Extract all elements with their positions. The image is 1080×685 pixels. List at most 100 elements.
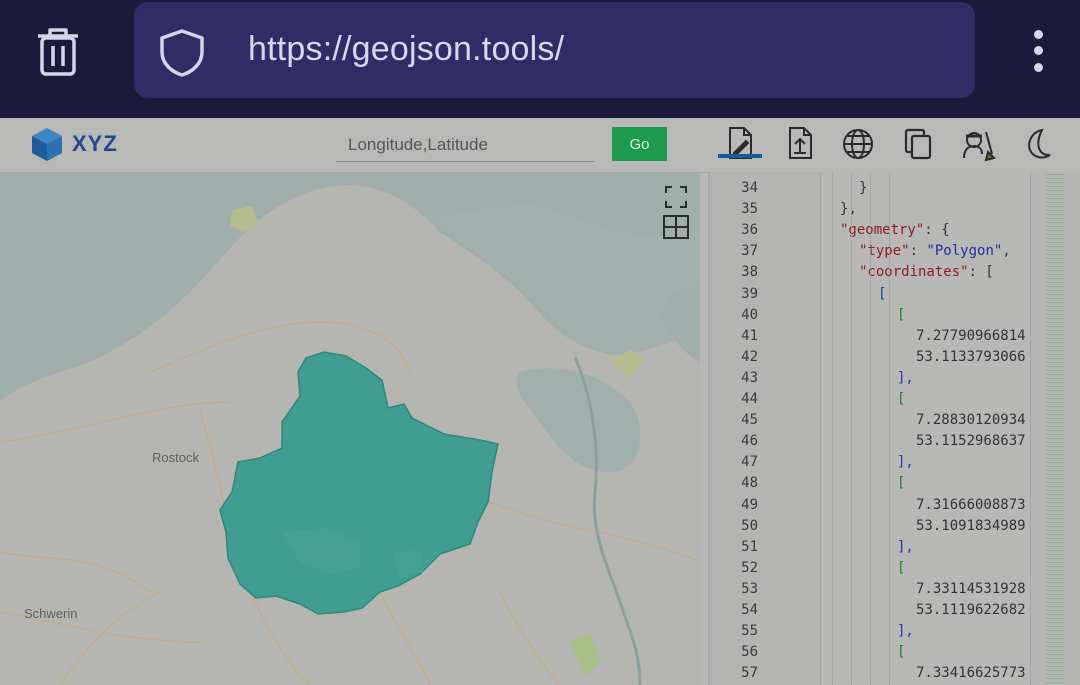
code-line[interactable]: 41 7.27790966814 bbox=[710, 328, 1050, 349]
globe-icon[interactable] bbox=[838, 124, 878, 164]
line-number: 40 bbox=[741, 306, 758, 323]
code-line[interactable]: 40 [ bbox=[710, 307, 1050, 328]
code-text: 53.1152968637 bbox=[916, 433, 1026, 450]
code-line[interactable]: 46 53.1152968637 bbox=[710, 433, 1050, 454]
code-text: 7.28830120934 bbox=[916, 412, 1026, 429]
line-number: 56 bbox=[741, 644, 758, 661]
dark-mode-icon[interactable] bbox=[1018, 124, 1058, 164]
code-line[interactable]: 45 7.28830120934 bbox=[710, 412, 1050, 433]
line-number: 34 bbox=[741, 180, 758, 196]
code-text: 53.1091834989 bbox=[916, 517, 1026, 534]
code-text: [ bbox=[897, 391, 906, 407]
code-line[interactable]: 38 "coordinates": [ bbox=[710, 264, 1050, 285]
line-number: 46 bbox=[741, 433, 758, 450]
code-line[interactable]: 43], bbox=[710, 370, 1050, 391]
grid-layers-icon[interactable] bbox=[662, 214, 690, 240]
line-number: 50 bbox=[741, 517, 758, 534]
edit-icon[interactable] bbox=[720, 124, 760, 164]
line-number: 53 bbox=[741, 580, 758, 597]
line-number: 54 bbox=[741, 602, 758, 618]
code-text: [ bbox=[897, 475, 906, 492]
code-line[interactable]: 55], bbox=[710, 623, 1050, 644]
code-text: [ bbox=[897, 306, 906, 323]
code-text: 7.31666008873 bbox=[916, 496, 1026, 513]
code-text: [ bbox=[897, 559, 906, 576]
code-text: }, bbox=[840, 201, 857, 218]
indent-guide bbox=[851, 172, 852, 685]
code-line[interactable]: 48 [ bbox=[710, 475, 1050, 496]
code-text: [ bbox=[878, 285, 887, 302]
code-line[interactable]: 37 "type": "Polygon", bbox=[710, 243, 1050, 264]
copy-icon[interactable] bbox=[898, 124, 938, 164]
line-number: 38 bbox=[741, 264, 758, 281]
code-text: ], bbox=[897, 454, 914, 471]
map-label-schwerin: Schwerin bbox=[24, 606, 78, 621]
indent-guide bbox=[832, 172, 833, 685]
line-number: 57 bbox=[741, 665, 758, 682]
code-text: ], bbox=[897, 369, 914, 386]
trash-icon[interactable] bbox=[34, 26, 82, 78]
code-text: ], bbox=[897, 623, 914, 640]
kebab-menu-icon[interactable] bbox=[1020, 26, 1058, 76]
code-line[interactable]: 44 [ bbox=[710, 391, 1050, 412]
line-number: 47 bbox=[741, 454, 758, 471]
code-line[interactable]: 34} bbox=[710, 180, 1050, 201]
upload-icon[interactable] bbox=[780, 124, 820, 164]
line-number: 51 bbox=[741, 538, 758, 555]
line-number: 43 bbox=[741, 369, 758, 386]
code-text: "coordinates": [ bbox=[859, 264, 994, 281]
code-text: 53.1119622682 bbox=[916, 602, 1026, 618]
code-line[interactable]: 52 [ bbox=[710, 560, 1050, 581]
browser-toolbar: https://geojson.tools/ bbox=[0, 0, 1080, 118]
code-text: 7.33114531928 bbox=[916, 580, 1026, 597]
coordinate-input[interactable] bbox=[336, 128, 594, 162]
code-line[interactable]: 47], bbox=[710, 454, 1050, 475]
clean-icon[interactable] bbox=[958, 124, 998, 164]
code-line[interactable]: 42 53.1133793066 bbox=[710, 349, 1050, 370]
code-line[interactable]: 36 "geometry": { bbox=[710, 222, 1050, 243]
code-line[interactable]: 39 [ bbox=[710, 286, 1050, 307]
line-number: 49 bbox=[741, 496, 758, 513]
shield-icon[interactable] bbox=[158, 28, 206, 78]
line-number: 37 bbox=[741, 243, 758, 260]
web-page: XYZ Go bbox=[0, 118, 1080, 685]
map-view[interactable]: Rostock Schwerin bbox=[0, 172, 700, 685]
url-text[interactable]: https://geojson.tools/ bbox=[248, 30, 564, 69]
line-number: 35 bbox=[741, 201, 758, 218]
code-line[interactable]: 54 53.1119622682 bbox=[710, 602, 1050, 623]
line-number: 44 bbox=[741, 391, 758, 407]
fullscreen-icon[interactable] bbox=[662, 184, 690, 210]
line-number: 52 bbox=[741, 559, 758, 576]
line-number: 42 bbox=[741, 348, 758, 365]
code-line[interactable]: 56 [ bbox=[710, 644, 1050, 665]
code-line[interactable]: 50 53.1091834989 bbox=[710, 518, 1050, 539]
map-label-rostock: Rostock bbox=[152, 450, 199, 465]
code-text: [ bbox=[897, 644, 906, 661]
code-line[interactable]: 53 7.33114531928 bbox=[710, 581, 1050, 602]
code-text: 7.27790966814 bbox=[916, 327, 1026, 344]
app-toolbar: XYZ Go bbox=[0, 118, 1080, 173]
code-text: "geometry": { bbox=[840, 222, 950, 239]
selected-polygon[interactable] bbox=[219, 351, 499, 615]
json-editor[interactable]: 34} 35}, 36 "geometry": {37 "type": "Polygon… bbox=[708, 172, 1080, 685]
line-number: 45 bbox=[741, 412, 758, 429]
line-number: 55 bbox=[741, 623, 758, 640]
line-number: 36 bbox=[741, 222, 758, 239]
line-number: 48 bbox=[741, 475, 758, 492]
active-tab-indicator bbox=[718, 154, 762, 158]
indent-guide bbox=[870, 172, 871, 685]
code-text: 53.1133793066 bbox=[916, 348, 1026, 365]
code-line[interactable]: 49 7.31666008873 bbox=[710, 497, 1050, 518]
line-number: 41 bbox=[741, 327, 758, 344]
code-line[interactable]: 57 7.33416625773 bbox=[710, 665, 1050, 685]
code-line[interactable]: 51], bbox=[710, 539, 1050, 560]
cube-logo-icon bbox=[30, 126, 64, 162]
code-text: } bbox=[859, 180, 868, 196]
address-bar[interactable]: https://geojson.tools/ bbox=[134, 2, 975, 98]
minimap-content bbox=[1046, 172, 1064, 685]
go-button[interactable]: Go bbox=[612, 127, 667, 161]
code-text: 7.33416625773 bbox=[916, 665, 1026, 682]
code-line[interactable]: 35}, bbox=[710, 201, 1050, 222]
indent-guide bbox=[889, 172, 890, 685]
code-text: ], bbox=[897, 538, 914, 555]
